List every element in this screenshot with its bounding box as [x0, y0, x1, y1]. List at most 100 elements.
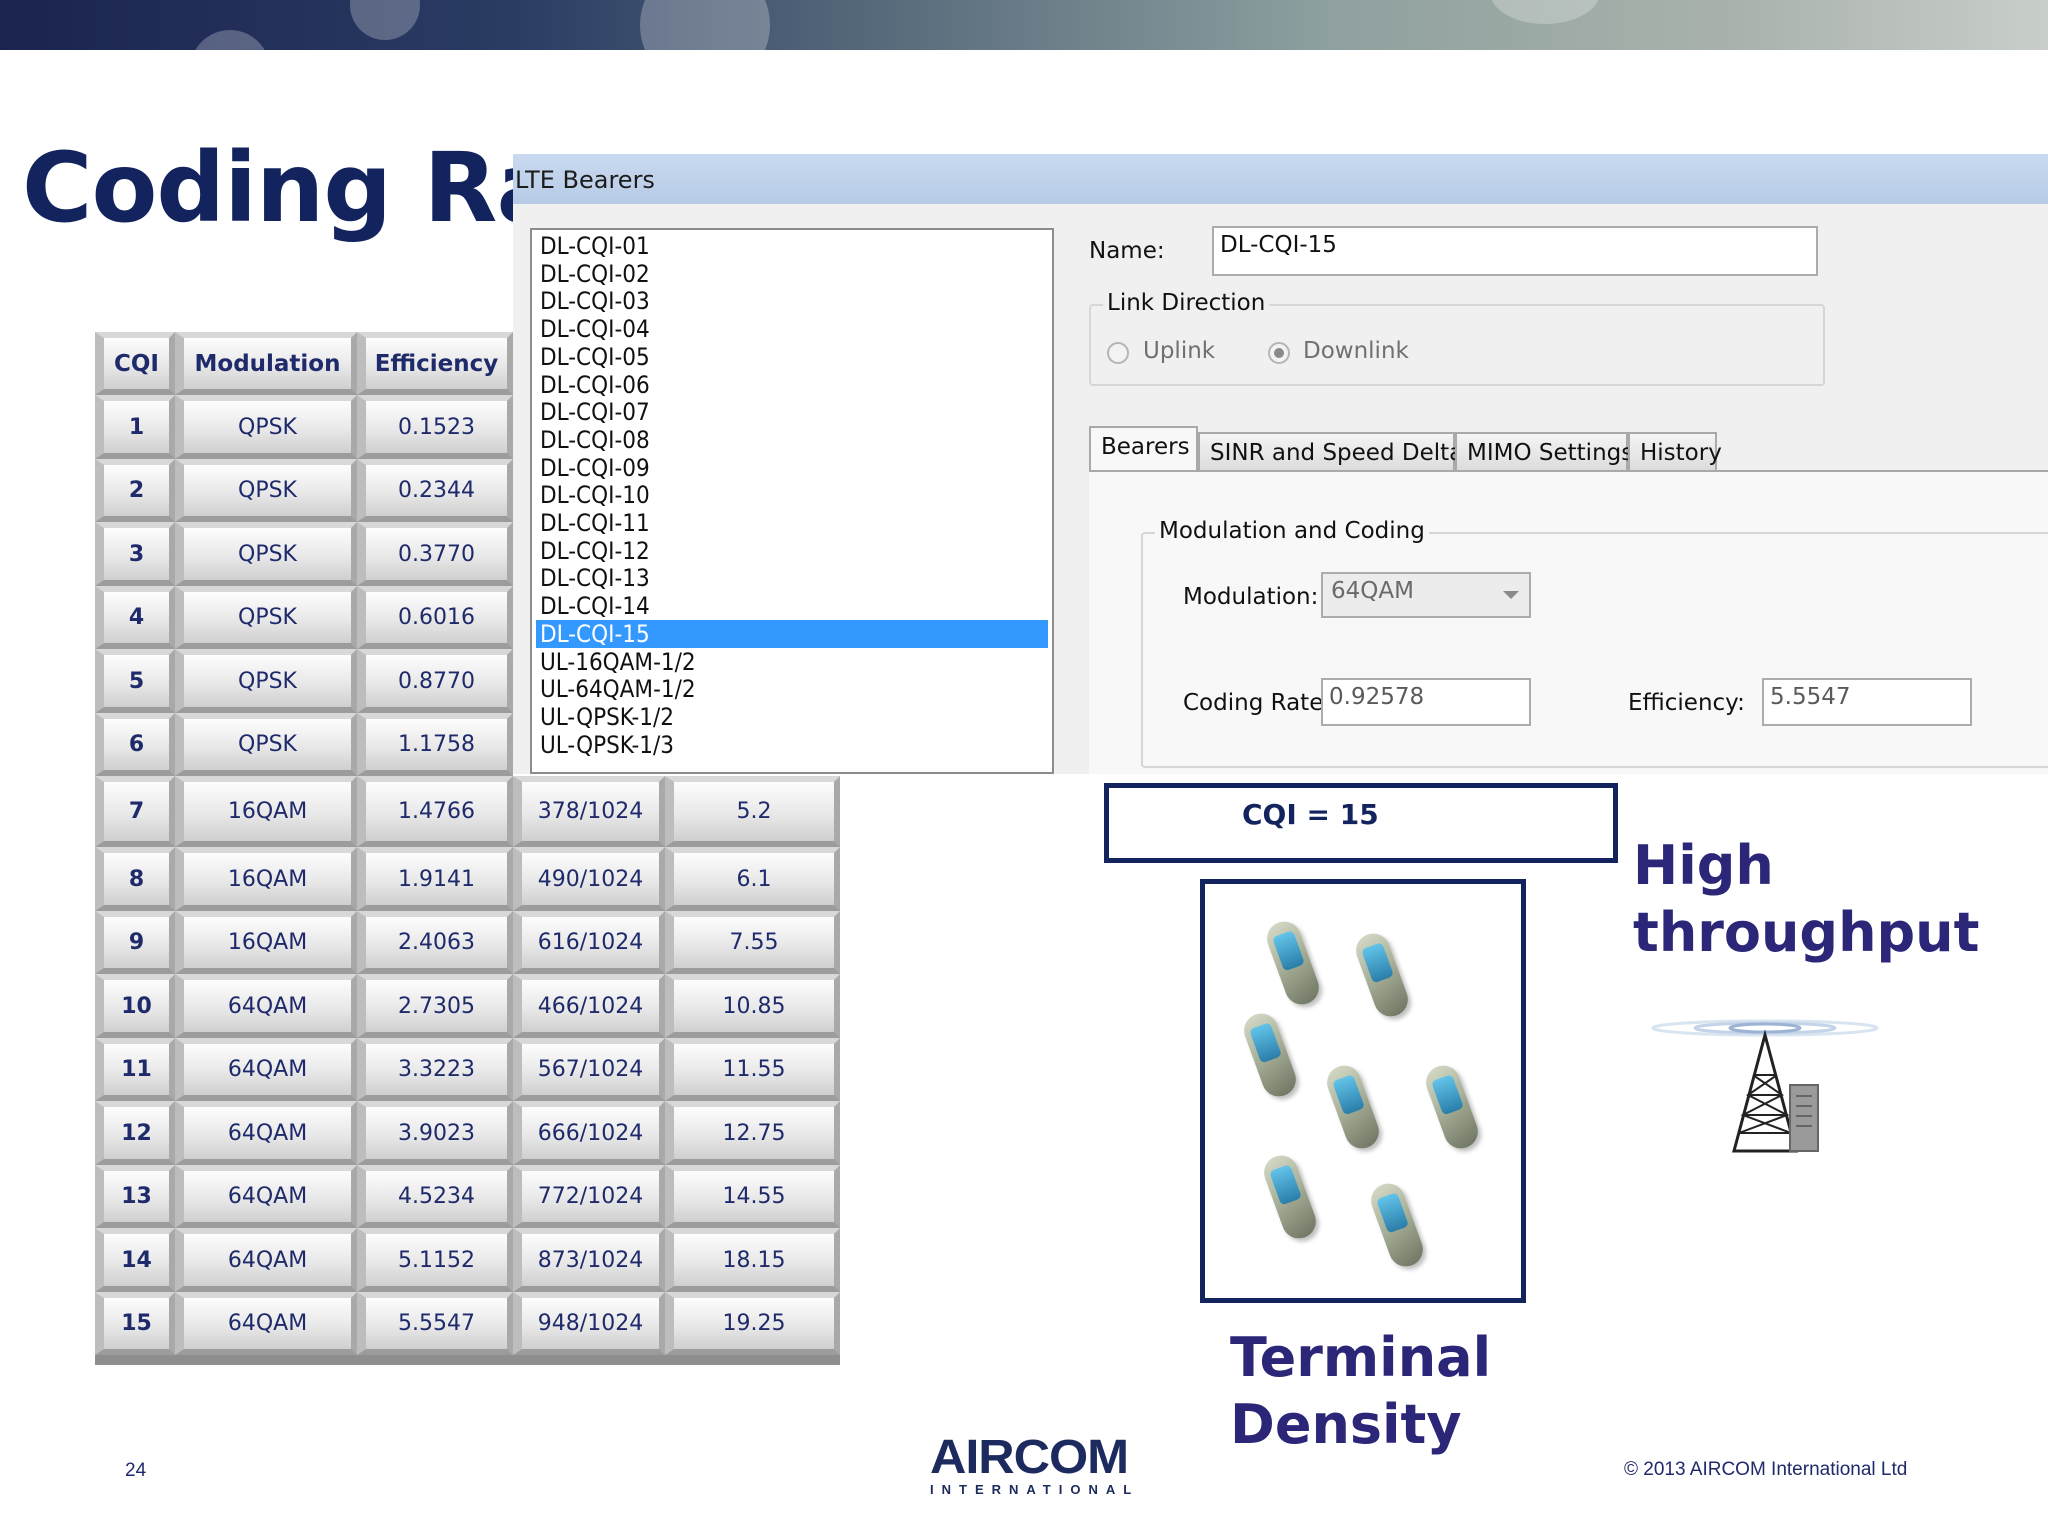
bearer-list-item[interactable]: DL-CQI-03 [536, 287, 650, 315]
table-cell-cqi: 13 [95, 1165, 175, 1228]
table-cell-coding-rate: 873/1024 [513, 1228, 665, 1292]
table-cell-coding-rate: 490/1024 [513, 847, 665, 911]
bearer-list-item[interactable]: DL-CQI-07 [536, 398, 650, 426]
high-throughput-label: High throughput [1633, 832, 1979, 966]
bearer-list-item[interactable]: DL-CQI-06 [536, 371, 650, 399]
table-cell-cqi: 7 [95, 776, 175, 847]
bearer-list-item[interactable]: DL-CQI-10 [536, 481, 650, 509]
tab-bearers[interactable]: Bearers [1089, 426, 1198, 472]
table-header-efficiency: Efficiency [357, 332, 513, 395]
table-cell-modulation: 64QAM [175, 1292, 357, 1355]
bearer-list-item[interactable]: DL-CQI-02 [536, 260, 650, 288]
tab-history[interactable]: History [1628, 432, 1722, 470]
bearers-tab-panel: Modulation and Coding Modulation: 64QAM … [1089, 470, 2048, 774]
table-cell-coding-rate: 378/1024 [513, 776, 665, 847]
mobile-phone-icon [1239, 1008, 1301, 1102]
uplink-label: Uplink [1143, 338, 1216, 364]
table-cell-efficiency: 2.7305 [357, 974, 513, 1038]
uplink-radio[interactable] [1107, 342, 1129, 364]
terminal-density-line-1: Terminal [1230, 1326, 1492, 1389]
table-cell-efficiency: 1.1758 [357, 713, 513, 776]
bearer-list-item[interactable]: UL-QPSK-1/3 [536, 731, 674, 759]
table-cell-coding-rate: 616/1024 [513, 911, 665, 974]
table-cell-efficiency: 0.8770 [357, 649, 513, 713]
table-cell-efficiency: 1.4766 [357, 776, 513, 847]
modulation-label: Modulation: [1183, 584, 1319, 610]
mobile-phone-icon [1366, 1178, 1428, 1272]
table-cell-cqi: 2 [95, 459, 175, 522]
coding-rate-label: Coding Rate: [1183, 690, 1332, 716]
bearer-list-item[interactable]: DL-CQI-09 [536, 454, 650, 482]
slide-title: Coding Ra [22, 132, 561, 244]
high-throughput-line-2: throughput [1633, 901, 1980, 964]
cell-tower-icon [1651, 1019, 1879, 1153]
table-cell-efficiency: 5.5547 [357, 1292, 513, 1355]
table-cell-modulation: QPSK [175, 713, 357, 776]
table-cell-efficiency: 3.9023 [357, 1101, 513, 1165]
table-cell-efficiency: 0.2344 [357, 459, 513, 522]
efficiency-field[interactable]: 5.5547 [1762, 678, 1972, 726]
table-cell-efficiency: 0.6016 [357, 586, 513, 649]
table-cell-cqi: 11 [95, 1038, 175, 1101]
mobile-phone-icon [1351, 928, 1413, 1022]
bearer-list-item[interactable]: DL-CQI-15 [536, 619, 1048, 648]
table-cell-coding-rate: 772/1024 [513, 1165, 665, 1228]
name-field[interactable]: DL-CQI-15 [1212, 226, 1818, 276]
table-cell-bits-per-symbol: 5.2 [665, 776, 840, 847]
table-cell-bits-per-symbol: 12.75 [665, 1101, 840, 1165]
table-cell-coding-rate: 466/1024 [513, 974, 665, 1038]
aircom-logo-sub: INTERNATIONAL [930, 1482, 1140, 1497]
bearer-list-item[interactable]: DL-CQI-01 [536, 232, 650, 260]
table-cell-cqi: 10 [95, 974, 175, 1038]
table-cell-modulation: 64QAM [175, 1038, 357, 1101]
bearer-list-item[interactable]: DL-CQI-05 [536, 343, 650, 371]
table-cell-modulation: 64QAM [175, 974, 357, 1038]
table-cell-cqi: 3 [95, 522, 175, 586]
table-header-cqi: CQI [95, 332, 175, 395]
bearer-list-item[interactable]: DL-CQI-12 [536, 537, 650, 565]
table-cell-bits-per-symbol: 19.25 [665, 1292, 840, 1355]
bearer-list-item[interactable]: DL-CQI-13 [536, 564, 650, 592]
table-cell-bits-per-symbol: 10.85 [665, 974, 840, 1038]
high-throughput-line-1: High [1633, 834, 1774, 897]
table-cell-cqi: 9 [95, 911, 175, 974]
header-banner [0, 0, 2048, 50]
table-cell-coding-rate: 666/1024 [513, 1101, 665, 1165]
tab-sinr-speed-delta[interactable]: SINR and Speed Delta [1198, 432, 1463, 470]
table-cell-bits-per-symbol: 7.55 [665, 911, 840, 974]
mobile-phone-icon [1322, 1060, 1384, 1154]
terminal-density-line-2: Density [1230, 1393, 1462, 1456]
bearer-list-item[interactable]: DL-CQI-11 [536, 509, 650, 537]
table-cell-efficiency: 1.9141 [357, 847, 513, 911]
table-cell-modulation: 64QAM [175, 1165, 357, 1228]
table-cell-cqi: 8 [95, 847, 175, 911]
dialog-titlebar[interactable]: LTE Bearers [513, 154, 2048, 204]
tab-mimo-settings[interactable]: MIMO Settings [1455, 432, 1633, 470]
table-cell-efficiency: 4.5234 [357, 1165, 513, 1228]
table-cell-efficiency: 2.4063 [357, 911, 513, 974]
bearer-list-item[interactable]: UL-16QAM-1/2 [536, 648, 696, 676]
page-number: 24 [125, 1460, 147, 1481]
modulation-select[interactable]: 64QAM [1321, 572, 1531, 618]
table-cell-efficiency: 0.3770 [357, 522, 513, 586]
aircom-logo: AIRCOM [930, 1431, 1129, 1484]
table-cell-modulation: QPSK [175, 649, 357, 713]
bearer-list[interactable]: DL-CQI-01 DL-CQI-02 DL-CQI-03 DL-CQI-04 DL-C… [530, 228, 1054, 774]
downlink-label: Downlink [1303, 338, 1409, 364]
table-cell-cqi: 14 [95, 1228, 175, 1292]
downlink-radio[interactable] [1268, 342, 1290, 364]
table-header-modulation: Modulation [175, 332, 357, 395]
dialog-title: LTE Bearers [515, 166, 655, 194]
table-cell-cqi: 15 [95, 1292, 175, 1355]
bearer-list-item[interactable]: DL-CQI-08 [536, 426, 650, 454]
mobile-phone-icon [1262, 916, 1324, 1010]
table-cell-modulation: QPSK [175, 459, 357, 522]
bearer-list-item[interactable]: DL-CQI-04 [536, 315, 650, 343]
modulation-coding-label: Modulation and Coding [1155, 518, 1429, 544]
bearer-list-item[interactable]: UL-64QAM-1/2 [536, 675, 696, 703]
cqi-callout-label: CQI = 15 [1242, 798, 1379, 831]
bearer-list-item[interactable]: DL-CQI-14 [536, 592, 650, 620]
table-cell-cqi: 5 [95, 649, 175, 713]
bearer-list-item[interactable]: UL-QPSK-1/2 [536, 703, 674, 731]
coding-rate-field[interactable]: 0.92578 [1321, 678, 1531, 726]
